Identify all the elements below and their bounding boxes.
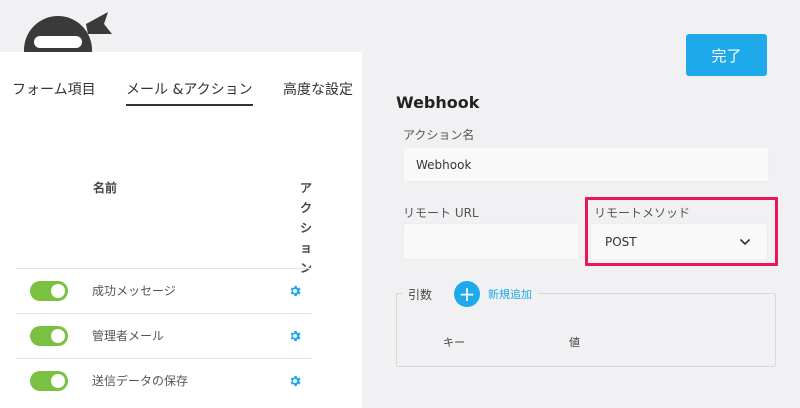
done-button[interactable]: 完了: [686, 34, 767, 76]
tab-advanced-settings[interactable]: 高度な設定: [283, 79, 353, 99]
remote-url-label: リモート URL: [403, 206, 479, 220]
gear-icon[interactable]: [288, 374, 302, 388]
enable-toggle[interactable]: [30, 326, 68, 346]
table-row: 送信データの保存: [16, 358, 312, 402]
gear-icon[interactable]: [288, 284, 302, 298]
action-name-label: アクション名: [403, 128, 475, 142]
action-name-input[interactable]: Webhook: [403, 147, 769, 182]
chevron-down-icon: [739, 238, 751, 246]
key-column-header: キー: [443, 336, 465, 349]
actions-panel: フォーム項目 メール &アクション 高度な設定 名前 ア ク シ ョ ン 成功メ…: [0, 52, 362, 408]
action-name: 成功メッセージ: [92, 284, 176, 298]
remote-method-select[interactable]: POST: [590, 223, 768, 260]
arguments-label: 引数: [408, 287, 433, 302]
tab-bar: フォーム項目 メール &アクション 高度な設定: [0, 52, 362, 112]
gear-icon[interactable]: [288, 329, 302, 343]
enable-toggle[interactable]: [30, 371, 68, 391]
value-column-header: 値: [569, 336, 580, 349]
settings-title: Webhook: [396, 93, 480, 112]
remote-url-input[interactable]: [403, 223, 579, 260]
ninja-logo-icon: [14, 6, 114, 52]
tab-email-actions[interactable]: メール &アクション: [126, 79, 253, 106]
tab-form-fields[interactable]: フォーム項目: [12, 79, 96, 99]
table-row: 管理者メール: [16, 313, 312, 357]
table-row: 成功メッセージ: [16, 268, 312, 312]
arguments-legend: 引数 + 新規追加: [402, 281, 539, 307]
action-name: 管理者メール: [92, 329, 165, 343]
action-name: 送信データの保存: [92, 374, 189, 388]
action-column-header: ア ク シ ョ ン: [299, 181, 312, 275]
remote-method-label: リモートメソッド: [594, 206, 691, 220]
add-icon[interactable]: +: [454, 281, 481, 307]
add-new-link[interactable]: 新規追加: [488, 286, 532, 302]
name-column-header: 名前: [93, 181, 118, 195]
top-bar: [0, 0, 800, 52]
enable-toggle[interactable]: [30, 281, 68, 301]
